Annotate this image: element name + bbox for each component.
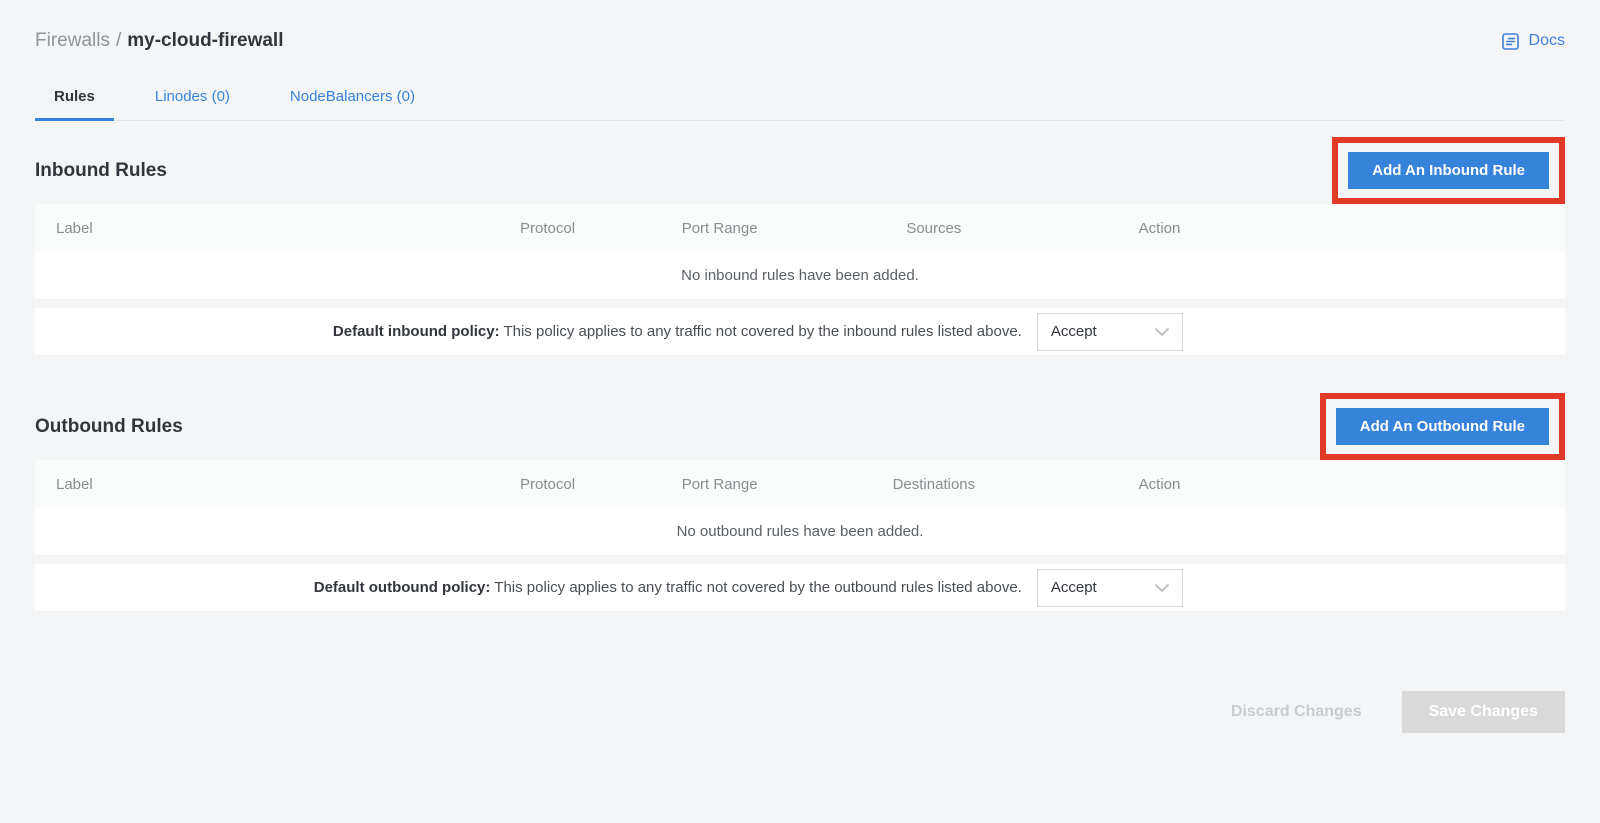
outbound-column-destinations: Destinations [792, 476, 1075, 493]
add-inbound-rule-button[interactable]: Add An Inbound Rule [1348, 152, 1549, 189]
inbound-policy-description: This policy applies to any traffic not c… [500, 323, 1022, 340]
inbound-column-label: Label [35, 220, 448, 237]
topbar: Firewalls / my-cloud-firewall Docs [35, 30, 1565, 52]
outbound-policy-selected-value: Accept [1051, 579, 1097, 596]
tab-rules[interactable]: Rules [35, 78, 114, 121]
tab-linodes[interactable]: Linodes (0) [136, 78, 249, 121]
outbound-empty-message: No outbound rules have been added. [35, 508, 1565, 555]
breadcrumb-current-firewall: my-cloud-firewall [127, 30, 283, 51]
outbound-policy-row: Default outbound policy: This policy app… [35, 564, 1565, 611]
docs-link[interactable]: Docs [1500, 31, 1565, 52]
inbound-policy-select[interactable]: Accept [1037, 313, 1183, 351]
tab-nodebalancers[interactable]: NodeBalancers (0) [271, 78, 434, 121]
chevron-down-icon [1154, 583, 1170, 593]
inbound-column-sources: Sources [792, 220, 1075, 237]
breadcrumb: Firewalls / my-cloud-firewall [35, 30, 283, 52]
chevron-down-icon [1154, 327, 1170, 337]
breadcrumb-firewalls-link[interactable]: Firewalls [35, 30, 110, 51]
inbound-rules-title: Inbound Rules [35, 160, 167, 182]
inbound-policy-text: Default inbound policy: This policy appl… [35, 323, 1022, 340]
outbound-table-header: Label Protocol Port Range Destinations A… [35, 460, 1565, 508]
docs-label: Docs [1529, 32, 1565, 50]
inbound-column-protocol: Protocol [448, 220, 647, 237]
docs-document-icon [1500, 31, 1521, 52]
inbound-policy-selected-value: Accept [1051, 323, 1097, 340]
outbound-policy-description: This policy applies to any traffic not c… [490, 579, 1021, 596]
inbound-rules-section: Inbound Rules Add An Inbound Rule Label … [35, 137, 1565, 355]
outbound-policy-text: Default outbound policy: This policy app… [35, 579, 1022, 596]
inbound-empty-message: No inbound rules have been added. [35, 252, 1565, 299]
inbound-policy-row: Default inbound policy: This policy appl… [35, 308, 1565, 355]
outbound-column-protocol: Protocol [448, 476, 647, 493]
outbound-column-action: Action [1075, 476, 1243, 493]
inbound-section-header: Inbound Rules Add An Inbound Rule [35, 137, 1565, 204]
save-changes-button[interactable]: Save Changes [1402, 691, 1565, 733]
inbound-policy-label: Default inbound policy: [333, 323, 500, 340]
annotation-highlight-inbound: Add An Inbound Rule [1332, 137, 1565, 204]
outbound-rules-section: Outbound Rules Add An Outbound Rule Labe… [35, 393, 1565, 611]
inbound-rules-table: Label Protocol Port Range Sources Action… [35, 204, 1565, 355]
inbound-table-header: Label Protocol Port Range Sources Action [35, 204, 1565, 252]
outbound-column-port-range: Port Range [647, 476, 792, 493]
annotation-highlight-outbound: Add An Outbound Rule [1320, 393, 1565, 460]
tab-bar: Rules Linodes (0) NodeBalancers (0) [35, 78, 1565, 121]
outbound-policy-select[interactable]: Accept [1037, 569, 1183, 607]
footer-actions: Discard Changes Save Changes [35, 691, 1565, 733]
outbound-column-label: Label [35, 476, 448, 493]
inbound-column-action: Action [1075, 220, 1243, 237]
inbound-column-port-range: Port Range [647, 220, 792, 237]
outbound-rules-title: Outbound Rules [35, 416, 183, 438]
outbound-rules-table: Label Protocol Port Range Destinations A… [35, 460, 1565, 611]
discard-changes-button[interactable]: Discard Changes [1221, 703, 1372, 721]
outbound-policy-label: Default outbound policy: [314, 579, 491, 596]
breadcrumb-separator: / [116, 30, 121, 51]
firewall-detail-page: Firewalls / my-cloud-firewall Docs Rules L… [0, 30, 1600, 733]
add-outbound-rule-button[interactable]: Add An Outbound Rule [1336, 408, 1549, 445]
outbound-section-header: Outbound Rules Add An Outbound Rule [35, 393, 1565, 460]
